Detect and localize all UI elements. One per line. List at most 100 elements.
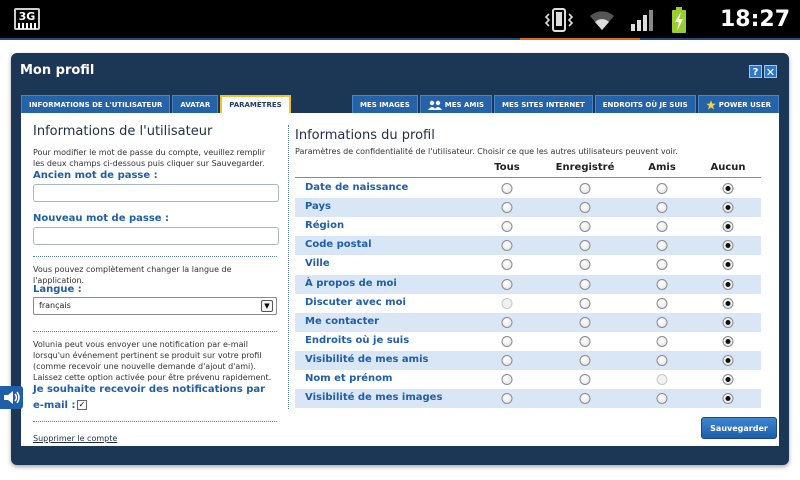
privacy-radio[interactable] (722, 354, 734, 366)
privacy-radio[interactable] (722, 374, 734, 385)
tab-my-friends[interactable]: MES AMIS (419, 95, 493, 113)
privacy-radio[interactable] (501, 240, 513, 252)
profile-info-title: Informations du profil (295, 128, 435, 143)
privacy-radio[interactable] (501, 259, 513, 271)
profile-info-subtitle: Paramètres de confidentialité de l'utili… (295, 147, 678, 156)
privacy-radio[interactable] (501, 316, 513, 328)
tab-my-websites[interactable]: MES SITES INTERNET (494, 95, 593, 113)
close-button[interactable]: ✕ (764, 65, 777, 79)
friends-icon (427, 100, 442, 110)
privacy-row-label: Date de naissance (305, 182, 409, 193)
side-panel-tab[interactable] (0, 386, 23, 409)
privacy-row-label: Endroits où je suis (305, 334, 410, 346)
privacy-radio[interactable] (722, 183, 734, 194)
column-header-registered: Enregistré (555, 162, 615, 173)
privacy-row-label: Nom et prénom (305, 373, 393, 384)
privacy-radio[interactable] (579, 183, 591, 194)
save-button[interactable]: Sauvegarder (701, 417, 777, 439)
privacy-radio[interactable] (579, 278, 591, 290)
privacy-radio[interactable] (656, 259, 668, 271)
privacy-radio[interactable] (722, 202, 734, 214)
privacy-radio[interactable] (501, 335, 513, 347)
header-rule (295, 177, 761, 178)
help-button[interactable]: ? (749, 65, 762, 78)
privacy-row: Discuter avec moi (295, 294, 761, 313)
tab-settings[interactable]: PARAMÈTRES (220, 95, 291, 113)
tab-label: MES IMAGES (359, 100, 410, 109)
privacy-radio[interactable] (501, 183, 513, 194)
privacy-radio[interactable] (579, 221, 591, 233)
privacy-radio[interactable] (579, 374, 591, 385)
privacy-radio[interactable] (656, 354, 668, 366)
privacy-radio[interactable] (579, 297, 591, 309)
tab-my-images[interactable]: MES IMAGES (351, 95, 418, 113)
privacy-radio[interactable] (656, 240, 668, 252)
privacy-radio[interactable] (722, 278, 734, 290)
privacy-radio[interactable] (722, 393, 734, 405)
privacy-radio[interactable] (501, 278, 513, 290)
notification-help-text: Volunia peut vous envoyer une notificati… (33, 340, 272, 382)
new-password-input[interactable] (33, 227, 279, 245)
language-select[interactable]: français ▼ (33, 297, 277, 315)
privacy-radio[interactable] (501, 202, 513, 214)
privacy-radio[interactable] (656, 221, 668, 233)
status-divider-right (640, 38, 800, 40)
privacy-radio[interactable] (722, 335, 734, 347)
privacy-radio[interactable] (579, 259, 591, 271)
privacy-row: Ville (295, 255, 761, 274)
privacy-radio[interactable] (656, 316, 668, 328)
privacy-radio[interactable] (579, 316, 591, 328)
network-label: 3G (18, 10, 36, 23)
divider (33, 256, 277, 257)
privacy-row-label: Région (305, 220, 345, 232)
old-password-input[interactable] (33, 184, 279, 202)
privacy-radio[interactable] (656, 183, 668, 194)
privacy-radio[interactable] (656, 278, 668, 290)
privacy-radio[interactable] (501, 393, 513, 405)
privacy-radio[interactable] (579, 393, 591, 405)
privacy-radio[interactable] (501, 221, 513, 233)
privacy-row: Nom et prénom (295, 370, 761, 389)
notification-label: Je souhaite recevoir des notifications p… (33, 384, 266, 395)
battery-charging-icon (672, 7, 686, 33)
privacy-radio[interactable] (579, 335, 591, 347)
notification-checkbox[interactable]: ✓ (77, 400, 87, 410)
chevron-down-icon: ▼ (261, 300, 273, 312)
tabs-right: MES IMAGES MES AMIS MES SITES INTERNET E… (351, 95, 779, 113)
language-value: français (39, 301, 71, 310)
privacy-radio[interactable] (501, 354, 513, 366)
divider (33, 421, 277, 422)
privacy-radio[interactable] (722, 259, 734, 271)
privacy-radio[interactable] (579, 240, 591, 252)
privacy-row-label: Visibilité de mes amis (305, 353, 429, 365)
checkmark-icon: ✓ (78, 400, 86, 409)
privacy-radio[interactable] (501, 374, 513, 385)
privacy-radio[interactable] (579, 354, 591, 366)
tab-avatar[interactable]: AVATAR (172, 95, 219, 113)
privacy-radio[interactable] (722, 297, 734, 309)
privacy-radio[interactable] (656, 335, 668, 347)
star-icon (705, 99, 716, 109)
delete-account-link[interactable]: Supprimer le compte (33, 434, 117, 443)
privacy-row: À propos de moi (295, 274, 761, 294)
privacy-row-label: Ville (305, 258, 330, 270)
privacy-radio[interactable] (722, 221, 734, 233)
privacy-row-label: À propos de moi (305, 277, 397, 289)
privacy-row: Pays (295, 198, 761, 218)
wifi-icon (590, 11, 614, 30)
privacy-radio[interactable] (579, 202, 591, 214)
privacy-radio[interactable] (722, 240, 734, 252)
privacy-radio[interactable] (656, 393, 668, 405)
status-divider (0, 38, 520, 40)
notification-label-email: e-mail : (33, 400, 76, 411)
tab-user-info[interactable]: INFORMATIONS DE L'UTILISATEUR (21, 95, 171, 113)
privacy-radio[interactable] (656, 202, 668, 214)
privacy-radio[interactable] (656, 297, 668, 309)
tab-power-user[interactable]: POWER USER (697, 95, 779, 113)
privacy-row: Visibilité de mes amis (295, 350, 761, 370)
tab-label: MES AMIS (444, 100, 485, 109)
privacy-radio[interactable] (722, 316, 734, 328)
privacy-row: Visibilité de mes images (295, 389, 761, 409)
clock: 18:27 (719, 7, 790, 32)
tab-my-places[interactable]: ENDROITS OÙ JE SUIS (594, 95, 696, 113)
